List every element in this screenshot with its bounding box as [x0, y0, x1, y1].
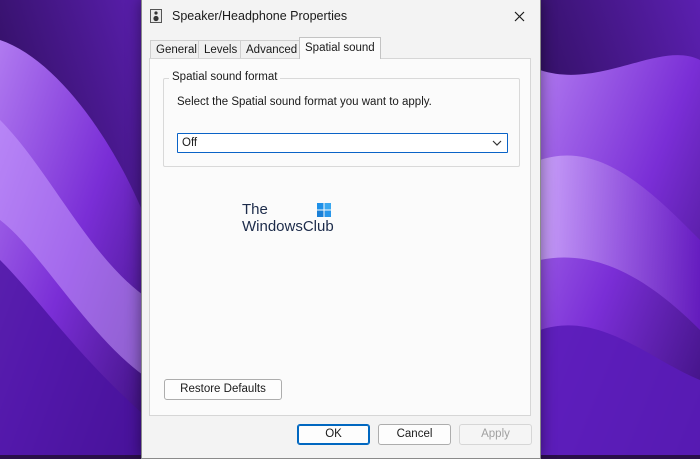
- spatial-sound-format-group: Spatial sound format Select the Spatial …: [163, 71, 520, 167]
- cancel-button[interactable]: Cancel: [378, 424, 451, 445]
- title-bar: Speaker/Headphone Properties: [142, 0, 540, 33]
- spatial-sound-panel: Spatial sound format Select the Spatial …: [149, 58, 531, 416]
- ok-button[interactable]: OK: [297, 424, 370, 445]
- watermark-line2: WindowsClub: [242, 218, 334, 235]
- properties-dialog: Speaker/Headphone Properties General Lev…: [141, 0, 541, 459]
- tab-levels[interactable]: Levels: [198, 40, 244, 58]
- chevron-down-icon: [492, 140, 502, 146]
- group-title: Spatial sound format: [169, 71, 281, 83]
- close-button[interactable]: [498, 1, 540, 31]
- tab-advanced[interactable]: Advanced: [240, 40, 304, 58]
- group-description: Select the Spatial sound format you want…: [177, 96, 432, 108]
- dropdown-selected-value: Off: [182, 137, 198, 149]
- restore-defaults-button[interactable]: Restore Defaults: [164, 379, 282, 400]
- tab-general[interactable]: General: [150, 40, 203, 58]
- spatial-format-dropdown[interactable]: Off: [177, 133, 508, 153]
- windows-logo-icon: [317, 203, 331, 217]
- window-title: Speaker/Headphone Properties: [172, 9, 348, 23]
- apply-button[interactable]: Apply: [459, 424, 532, 445]
- windowsclub-watermark: The WindowsClub: [242, 201, 352, 241]
- speaker-icon: [150, 9, 162, 23]
- watermark-line1: The: [242, 201, 268, 218]
- tab-spatial-sound[interactable]: Spatial sound: [299, 37, 381, 59]
- close-icon: [514, 11, 524, 21]
